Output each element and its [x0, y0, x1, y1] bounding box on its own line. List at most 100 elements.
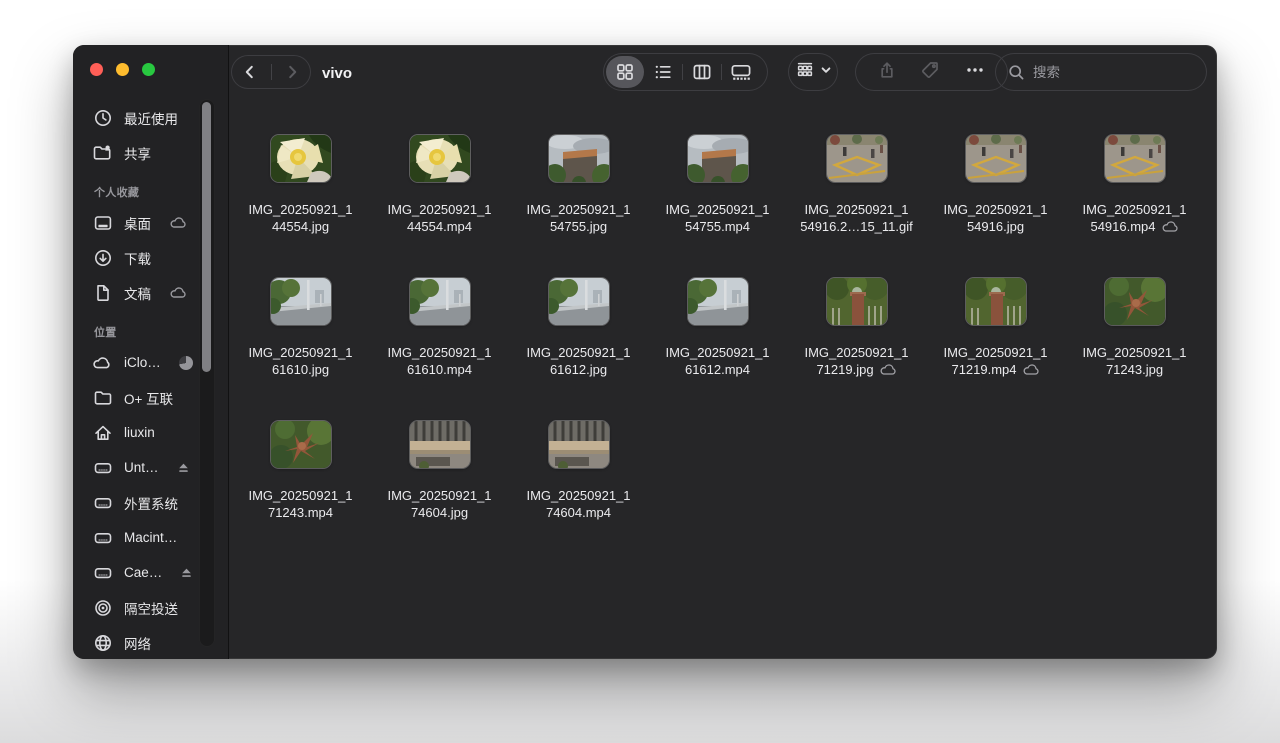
file-name: IMG_20250921_1 74604.jpg — [387, 487, 491, 521]
desktop-icon — [92, 213, 113, 233]
file-thumbnail-facade[interactable] — [549, 421, 609, 468]
file-name: IMG_20250921_1 71243.jpg — [1082, 344, 1186, 378]
shared-folder-icon — [92, 143, 113, 163]
tag-button[interactable] — [920, 60, 940, 85]
file-name: IMG_20250921_1 54916.2…15_11.gif — [800, 201, 913, 235]
file-name: IMG_20250921_1 44554.mp4 — [387, 201, 491, 235]
icloud-icon — [92, 353, 113, 373]
forward-button[interactable] — [277, 57, 307, 87]
sidebar-item-label: Macint… — [124, 530, 177, 545]
sidebar-item-label: 文稿 — [124, 283, 151, 303]
file-thumbnail-gate[interactable] — [827, 278, 887, 325]
file-item[interactable]: IMG_20250921_1 74604.mp4 — [509, 421, 648, 564]
cloud-icon — [879, 363, 897, 376]
file-grid: IMG_20250921_1 44554.jpg IMG_20250921_1 … — [231, 101, 1211, 655]
file-thumbnail-plaza[interactable] — [827, 135, 887, 182]
action-buttons — [855, 53, 1008, 91]
file-item[interactable]: IMG_20250921_1 54916.jpg — [926, 135, 1065, 278]
file-item[interactable]: IMG_20250921_1 61610.mp4 — [370, 278, 509, 421]
view-button-gallery-view[interactable] — [722, 56, 760, 88]
back-button[interactable] — [235, 57, 265, 87]
file-thumbnail-street[interactable] — [271, 278, 331, 325]
file-item[interactable]: IMG_20250921_1 54755.jpg — [509, 135, 648, 278]
disk-icon — [92, 563, 113, 583]
sidebar-item-label: Cae… — [124, 565, 162, 580]
file-thumbnail-street[interactable] — [688, 278, 748, 325]
file-thumbnail-cloudy-building[interactable] — [549, 135, 609, 182]
sidebar-scrollbar-thumb[interactable] — [202, 102, 211, 372]
sidebar-item-label: O+ 互联 — [124, 388, 173, 408]
navigation-buttons — [231, 55, 311, 89]
globe-icon — [92, 633, 113, 653]
eject-icon — [177, 461, 190, 474]
folder-icon — [92, 388, 113, 408]
file-item[interactable]: IMG_20250921_1 54916.2…15_11.gif — [787, 135, 926, 278]
file-item[interactable]: IMG_20250921_1 71243.mp4 — [231, 421, 370, 564]
eject-icon — [180, 566, 193, 579]
download-icon — [92, 248, 113, 268]
cloud-icon — [1022, 363, 1040, 376]
file-thumbnail-plaza[interactable] — [966, 135, 1026, 182]
file-thumbnail-street[interactable] — [549, 278, 609, 325]
search-input[interactable] — [995, 53, 1207, 91]
sidebar-item-label: liuxin — [124, 425, 155, 440]
file-item[interactable]: IMG_20250921_1 61612.jpg — [509, 278, 648, 421]
sidebar-item-label: 最近使用 — [124, 108, 178, 128]
sidebar-item-label: 网络 — [124, 633, 151, 653]
nav-divider — [271, 64, 272, 80]
sidebar-item-label: 下载 — [124, 248, 151, 268]
file-item[interactable]: IMG_20250921_1 71219.mp4 — [926, 278, 1065, 421]
airdrop-icon — [92, 598, 113, 618]
file-item[interactable]: IMG_20250921_1 44554.jpg — [231, 135, 370, 278]
file-name: IMG_20250921_1 44554.jpg — [248, 201, 352, 235]
file-name: IMG_20250921_1 61612.mp4 — [665, 344, 769, 378]
file-thumbnail-red-leaves[interactable] — [271, 421, 331, 468]
file-item[interactable]: IMG_20250921_1 71243.jpg — [1065, 278, 1204, 421]
file-name: IMG_20250921_1 61612.jpg — [526, 344, 630, 378]
file-item[interactable]: IMG_20250921_1 54755.mp4 — [648, 135, 787, 278]
file-thumbnail-street[interactable] — [410, 278, 470, 325]
file-item[interactable]: IMG_20250921_1 61610.jpg — [231, 278, 370, 421]
file-item[interactable]: IMG_20250921_1 74604.jpg — [370, 421, 509, 564]
document-icon — [92, 283, 113, 303]
toolbar: vivo — [73, 45, 1217, 101]
file-name: IMG_20250921_1 71219.mp4 — [943, 344, 1047, 378]
file-item[interactable]: IMG_20250921_1 71219.jpg — [787, 278, 926, 421]
file-name: IMG_20250921_1 54916.jpg — [943, 201, 1047, 235]
file-thumbnail-red-leaves[interactable] — [1105, 278, 1165, 325]
chevron-down-icon — [820, 63, 832, 81]
file-thumbnail-flower[interactable] — [271, 135, 331, 182]
file-thumbnail-cloudy-building[interactable] — [688, 135, 748, 182]
file-item[interactable]: IMG_20250921_1 61612.mp4 — [648, 278, 787, 421]
sidebar-item-label: 隔空投送 — [124, 598, 178, 618]
file-name: IMG_20250921_1 61610.mp4 — [387, 344, 491, 378]
sidebar: 最近使用 共享 个人收藏 桌面 下载 文稿 位置 iClo… O+ 互联 liu… — [73, 45, 229, 659]
view-button-grid-view[interactable] — [606, 56, 644, 88]
pie-icon — [179, 356, 193, 370]
view-switcher — [603, 53, 768, 91]
disk-icon — [92, 458, 113, 478]
sidebar-item-label: 共享 — [124, 143, 151, 163]
file-thumbnail-gate[interactable] — [966, 278, 1026, 325]
sidebar-scrollbar-track[interactable] — [199, 99, 215, 647]
window-title: vivo — [322, 45, 352, 101]
file-thumbnail-facade[interactable] — [410, 421, 470, 468]
file-item[interactable]: IMG_20250921_1 44554.mp4 — [370, 135, 509, 278]
share-button[interactable] — [877, 60, 897, 85]
search-field — [995, 53, 1207, 91]
group-by-button[interactable] — [788, 53, 838, 91]
more-button[interactable] — [964, 60, 986, 85]
sidebar-item-label: iClo… — [124, 355, 161, 370]
view-button-list-view[interactable] — [644, 56, 682, 88]
file-name: IMG_20250921_1 71243.mp4 — [248, 487, 352, 521]
file-item[interactable]: IMG_20250921_1 54916.mp4 — [1065, 135, 1204, 278]
clock-icon — [92, 108, 113, 128]
cloud-icon — [1161, 220, 1179, 233]
view-button-columns-view[interactable] — [683, 56, 721, 88]
finder-window: 最近使用 共享 个人收藏 桌面 下载 文稿 位置 iClo… O+ 互联 liu… — [73, 45, 1217, 659]
cloud-icon — [169, 216, 187, 229]
file-thumbnail-plaza[interactable] — [1105, 135, 1165, 182]
file-name: IMG_20250921_1 61610.jpg — [248, 344, 352, 378]
sidebar-item-label: 桌面 — [124, 213, 151, 233]
file-thumbnail-flower[interactable] — [410, 135, 470, 182]
